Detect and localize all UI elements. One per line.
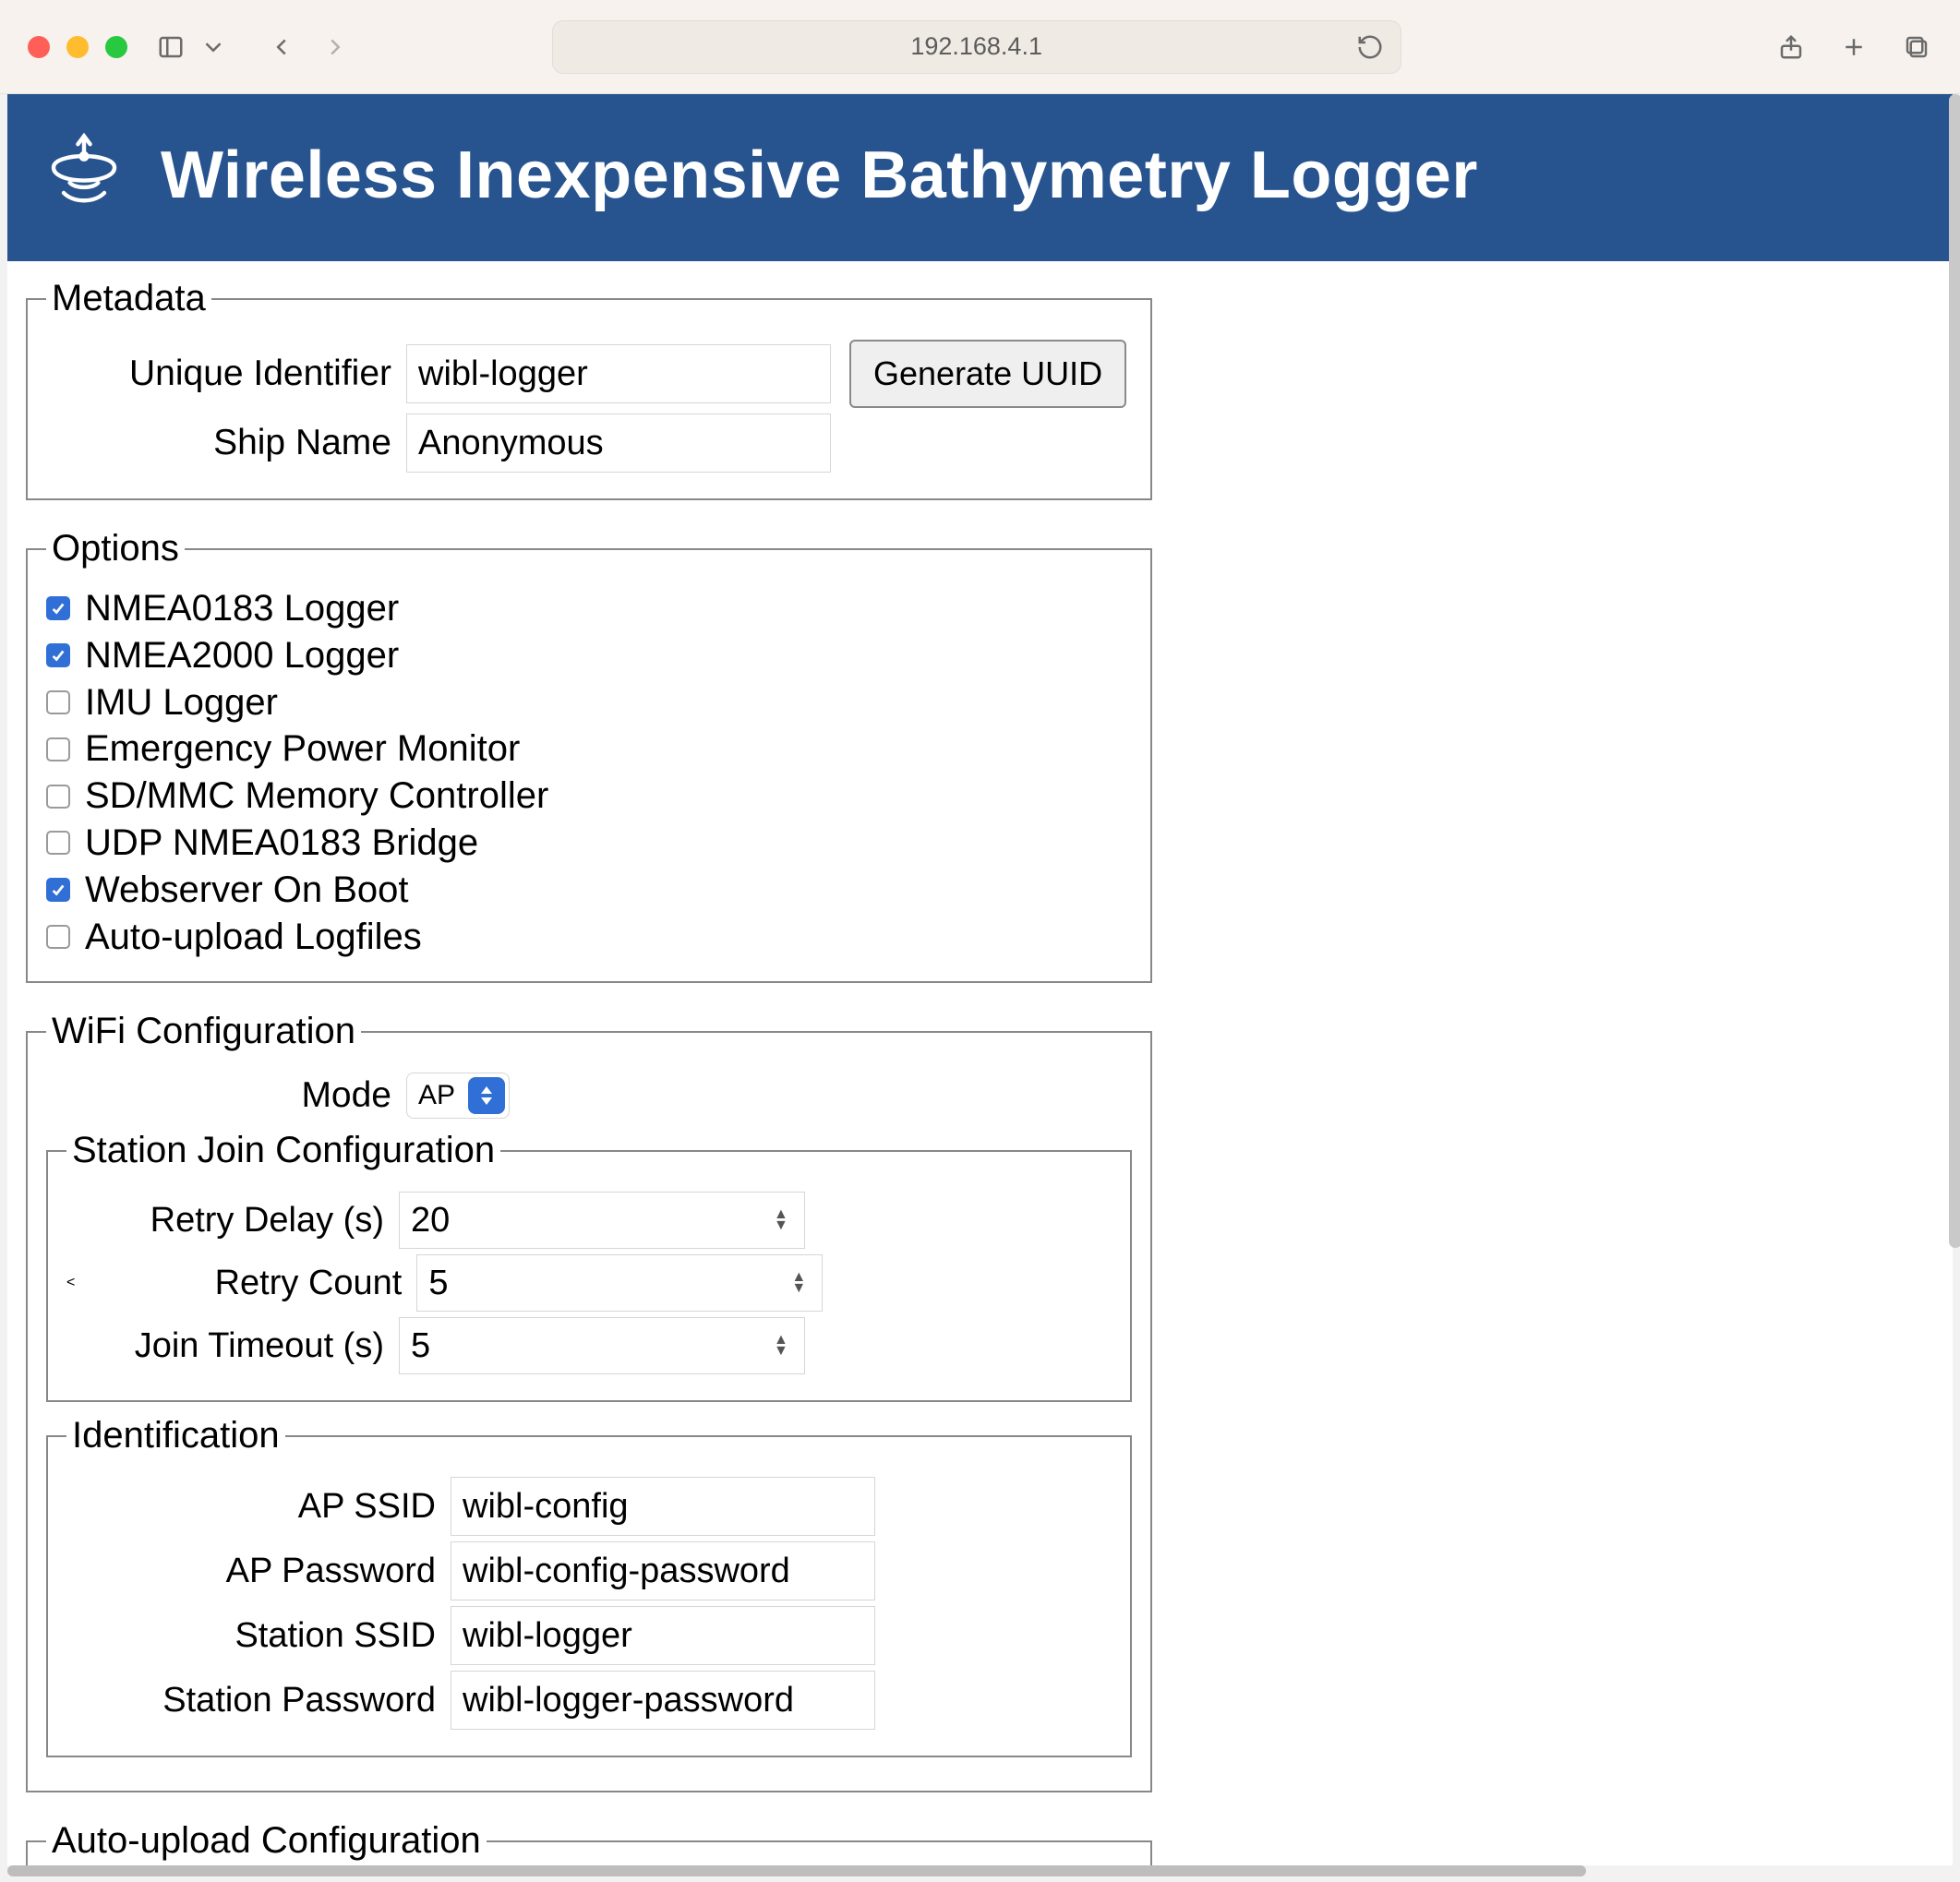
unique-id-label: Unique Identifier (46, 354, 397, 394)
station-password-input[interactable] (451, 1671, 875, 1730)
stepper-icon[interactable]: ▲▼ (791, 1273, 817, 1293)
window-close-button[interactable] (28, 36, 50, 58)
tabs-overview-icon[interactable] (1901, 31, 1932, 63)
option-row: Auto-upload Logfiles (46, 915, 1132, 960)
wifi-fieldset: WiFi Configuration Mode AP Station Join … (26, 1011, 1152, 1792)
option-label: Webserver On Boot (85, 868, 409, 913)
option-checkbox[interactable] (46, 925, 70, 949)
stepper-icon[interactable]: ▲▼ (774, 1336, 800, 1356)
select-arrows-icon (468, 1077, 505, 1114)
nav-arrows (266, 31, 351, 63)
vertical-scrollbar-thumb[interactable] (1949, 94, 1960, 1248)
retry-delay-label: Retry Delay (s) (66, 1201, 390, 1241)
forward-button[interactable] (319, 31, 351, 63)
option-label: UDP NMEA0183 Bridge (85, 821, 478, 866)
join-timeout-input[interactable] (399, 1317, 805, 1374)
option-row: NMEA2000 Logger (46, 633, 1132, 678)
window-minimize-button[interactable] (66, 36, 89, 58)
ship-name-label: Ship Name (46, 423, 397, 463)
unique-id-input[interactable] (406, 344, 831, 403)
options-fieldset: Options NMEA0183 LoggerNMEA2000 LoggerIM… (26, 528, 1152, 983)
options-legend: Options (46, 528, 185, 569)
browser-chrome: 192.168.4.1 (0, 0, 1960, 94)
option-row: Webserver On Boot (46, 868, 1132, 913)
option-label: Emergency Power Monitor (85, 726, 520, 772)
option-checkbox[interactable] (46, 596, 70, 620)
window-zoom-button[interactable] (105, 36, 127, 58)
reload-icon[interactable] (1354, 31, 1386, 63)
page-viewport: Wireless Inexpensive Bathymetry Logger M… (7, 94, 1953, 1865)
station-ssid-input[interactable] (451, 1606, 875, 1665)
metadata-fieldset: Metadata Unique Identifier Generate UUID… (26, 278, 1152, 500)
identification-fieldset: Identification AP SSID AP Password Stati… (46, 1415, 1132, 1757)
ap-ssid-label: AP SSID (66, 1487, 441, 1527)
ap-password-label: AP Password (66, 1552, 441, 1591)
auto-upload-legend: Auto-upload Configuration (46, 1820, 487, 1862)
option-row: SD/MMC Memory Controller (46, 773, 1132, 819)
chrome-right-controls (1775, 31, 1932, 63)
metadata-legend: Metadata (46, 278, 211, 319)
share-icon[interactable] (1775, 31, 1807, 63)
option-row: Emergency Power Monitor (46, 726, 1132, 772)
wifi-mode-label: Mode (46, 1075, 397, 1116)
station-join-fieldset: Station Join Configuration Retry Delay (… (46, 1130, 1132, 1402)
page-title: Wireless Inexpensive Bathymetry Logger (161, 138, 1478, 213)
option-checkbox[interactable] (46, 831, 70, 855)
ship-name-input[interactable] (406, 414, 831, 473)
option-row: UDP NMEA0183 Bridge (46, 821, 1132, 866)
retry-count-input[interactable] (416, 1254, 823, 1312)
horizontal-scrollbar[interactable] (7, 1865, 1953, 1878)
retry-delay-input[interactable] (399, 1192, 805, 1249)
sidebar-toggle-icon[interactable] (155, 31, 186, 63)
back-button[interactable] (266, 31, 297, 63)
option-label: Auto-upload Logfiles (85, 915, 422, 960)
ap-ssid-input[interactable] (451, 1477, 875, 1536)
ap-password-input[interactable] (451, 1541, 875, 1600)
option-label: IMU Logger (85, 680, 278, 725)
option-row: NMEA0183 Logger (46, 586, 1132, 631)
wifi-legend: WiFi Configuration (46, 1011, 361, 1052)
option-checkbox[interactable] (46, 785, 70, 809)
generate-uuid-button[interactable]: Generate UUID (849, 340, 1126, 408)
join-timeout-label: Join Timeout (s) (66, 1326, 390, 1366)
option-checkbox[interactable] (46, 690, 70, 714)
stepper-icon[interactable]: ▲▼ (774, 1210, 800, 1230)
window-controls (28, 36, 127, 58)
identification-legend: Identification (66, 1415, 285, 1456)
logo-icon (33, 122, 135, 228)
station-ssid-label: Station SSID (66, 1616, 441, 1656)
station-password-label: Station Password (66, 1681, 441, 1720)
station-join-legend: Station Join Configuration (66, 1130, 500, 1171)
retry-count-label: Retry Count (84, 1264, 407, 1303)
url-bar[interactable]: 192.168.4.1 (552, 20, 1401, 74)
config-form: Metadata Unique Identifier Generate UUID… (7, 261, 1171, 1865)
option-checkbox[interactable] (46, 737, 70, 761)
auto-upload-fieldset: Auto-upload Configuration Server IP (26, 1820, 1152, 1865)
option-row: IMU Logger (46, 680, 1132, 725)
vertical-scrollbar[interactable] (1951, 94, 1960, 1865)
wifi-mode-value: AP (418, 1080, 468, 1111)
horizontal-scrollbar-thumb[interactable] (7, 1865, 1586, 1876)
option-label: NMEA2000 Logger (85, 633, 399, 678)
option-label: NMEA0183 Logger (85, 586, 399, 631)
new-tab-icon[interactable] (1838, 31, 1870, 63)
option-checkbox[interactable] (46, 878, 70, 902)
chevron-down-icon[interactable] (198, 31, 229, 63)
option-label: SD/MMC Memory Controller (85, 773, 548, 819)
option-checkbox[interactable] (46, 643, 70, 667)
wifi-mode-select[interactable]: AP (406, 1073, 510, 1119)
url-text: 192.168.4.1 (910, 32, 1042, 61)
page-banner: Wireless Inexpensive Bathymetry Logger (7, 94, 1953, 261)
